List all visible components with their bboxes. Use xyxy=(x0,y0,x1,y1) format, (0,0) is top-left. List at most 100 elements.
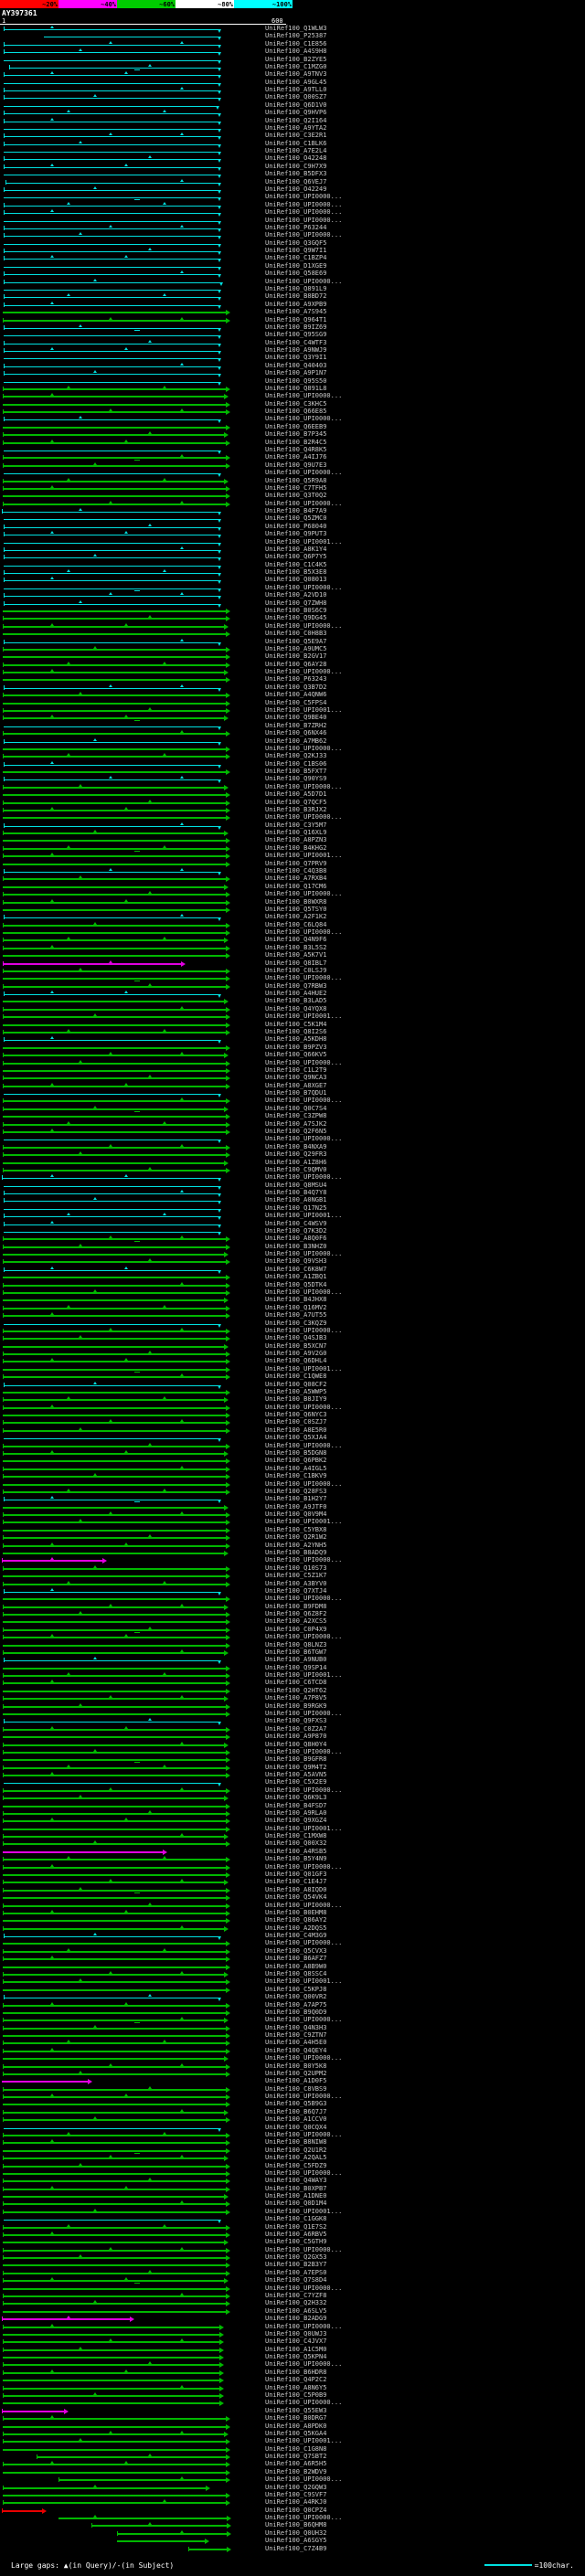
alignment-arrowhead-icon xyxy=(226,1044,230,1051)
alignment-bar xyxy=(3,1644,226,1647)
query-gap-marker-icon xyxy=(148,1075,152,1078)
query-gap-marker-icon xyxy=(79,783,82,787)
alignment-start-tick-icon xyxy=(3,317,4,323)
alignment-end-tick-icon xyxy=(218,128,221,133)
alignment-start-tick-icon xyxy=(4,1198,5,1203)
alignment-start-tick-icon xyxy=(3,1726,4,1732)
query-gap-marker-icon xyxy=(79,1519,82,1522)
alignment-bar xyxy=(3,633,226,636)
alignment-arrowhead-icon xyxy=(226,616,230,622)
alignment-bar xyxy=(3,1973,224,1976)
alignment-bar xyxy=(3,1843,226,1846)
alignment-arrowhead-icon xyxy=(226,1619,230,1626)
scale-sample-line-icon xyxy=(484,2564,532,2566)
alignment-arrowhead-icon xyxy=(226,2439,230,2445)
alignment-bar xyxy=(3,1904,226,1907)
alignment-bar xyxy=(3,1682,226,1685)
alignment-start-tick-icon xyxy=(3,440,4,445)
alignment-bar xyxy=(3,2180,226,2183)
query-gap-marker-icon xyxy=(50,2415,54,2419)
alignment-end-tick-icon xyxy=(218,603,221,608)
alignment-end-tick-icon xyxy=(218,1094,221,1098)
alignment-end-tick-icon xyxy=(218,358,221,363)
alignment-arrowhead-icon xyxy=(226,1680,230,1687)
alignment-arrowhead-icon xyxy=(219,2331,224,2337)
query-gap-marker-icon xyxy=(124,622,128,626)
alignment-bar xyxy=(3,1943,226,1945)
query-gap-marker-icon xyxy=(180,224,184,228)
query-gap-marker-icon xyxy=(79,1151,82,1155)
query-gap-marker-icon xyxy=(50,209,54,213)
alignment-bar xyxy=(3,2333,219,2336)
alignment-bar xyxy=(3,2348,219,2351)
alignment-start-tick-icon xyxy=(3,1887,4,1892)
alignment-start-tick-icon xyxy=(3,2485,4,2490)
alignment-bar xyxy=(4,52,219,54)
query-gap-marker-icon xyxy=(67,2223,70,2227)
query-gap-marker-icon xyxy=(93,461,97,465)
query-gap-marker-icon xyxy=(163,1764,166,1767)
query-gap-marker-icon xyxy=(180,454,184,458)
alignment-bar xyxy=(3,1368,226,1371)
alignment-arrowhead-icon xyxy=(226,609,230,615)
alignment-arrowhead-icon xyxy=(226,1918,230,1924)
query-gap-marker-icon xyxy=(180,2017,184,2020)
alignment-bar xyxy=(3,1927,224,1930)
alignment-bar xyxy=(4,1783,219,1785)
alignment-bar xyxy=(3,403,226,406)
query-gap-marker-icon xyxy=(93,186,97,190)
alignment-end-tick-icon xyxy=(218,304,221,309)
alignment-bar xyxy=(4,358,219,360)
alignment-bar xyxy=(4,1722,219,1723)
alignment-bar xyxy=(3,970,226,972)
alignment-bar xyxy=(3,1874,226,1877)
alignment-start-tick-icon xyxy=(3,2086,4,2092)
alignment-arrowhead-icon xyxy=(226,2140,230,2147)
alignment-start-tick-icon xyxy=(3,938,4,943)
query-gap-marker-icon xyxy=(180,2384,184,2388)
alignment-start-tick-icon xyxy=(3,1834,4,1839)
query-gap-marker-icon xyxy=(93,2484,97,2487)
query-gap-marker-icon xyxy=(79,1795,82,1798)
query-gap-marker-icon xyxy=(67,1580,70,1584)
alignment-end-tick-icon xyxy=(218,1323,221,1328)
alignment-arrowhead-icon xyxy=(224,623,229,630)
alignment-start-tick-icon xyxy=(4,133,5,139)
alignment-bar xyxy=(3,1950,226,1953)
query-gap-marker-icon xyxy=(50,806,54,810)
alignment-bar xyxy=(4,1193,219,1195)
alignment-bar xyxy=(4,580,219,582)
alignment-bar xyxy=(3,863,226,865)
alignment-arrowhead-icon xyxy=(224,1298,229,1304)
alignment-arrowhead-icon xyxy=(224,2109,229,2115)
query-gap-marker-icon xyxy=(79,875,82,879)
subject-gap-marker-icon xyxy=(134,199,140,201)
query-gap-marker-icon xyxy=(148,2269,152,2273)
query-gap-marker-icon xyxy=(93,1564,97,1568)
alignment-arrowhead-icon xyxy=(226,1787,230,1794)
alignment-end-tick-icon xyxy=(218,59,221,64)
alignment-bar xyxy=(3,610,226,613)
alignment-bar xyxy=(3,426,226,429)
alignment-bar xyxy=(3,717,224,720)
alignment-end-tick-icon xyxy=(218,236,221,240)
subject-gap-marker-icon xyxy=(134,1892,140,1893)
alignment-bar xyxy=(117,2540,205,2543)
alignment-start-tick-icon xyxy=(3,1290,4,1295)
alignment-end-tick-icon xyxy=(218,113,221,118)
alignment-arrowhead-icon xyxy=(224,1742,229,1748)
query-gap-marker-icon xyxy=(109,1327,112,1330)
query-gap-marker-icon xyxy=(79,416,82,419)
query-gap-marker-icon xyxy=(109,1419,112,1423)
query-gap-marker-icon xyxy=(124,1634,128,1638)
alignment-bar xyxy=(3,1651,224,1654)
alignment-end-tick-icon xyxy=(218,98,221,102)
alignment-arrowhead-icon xyxy=(226,1596,230,1603)
alignment-arrowhead-icon xyxy=(88,2079,92,2085)
alignment-arrowhead-icon xyxy=(226,1060,230,1066)
query-gap-marker-icon xyxy=(148,2178,152,2181)
query-gap-marker-icon xyxy=(180,133,184,136)
alignment-arrowhead-icon xyxy=(226,1152,230,1159)
alignment-bar xyxy=(3,1062,226,1065)
gap-legend-label: Large gaps: ▲(in Query)/-(in Subject) xyxy=(11,2560,175,2570)
